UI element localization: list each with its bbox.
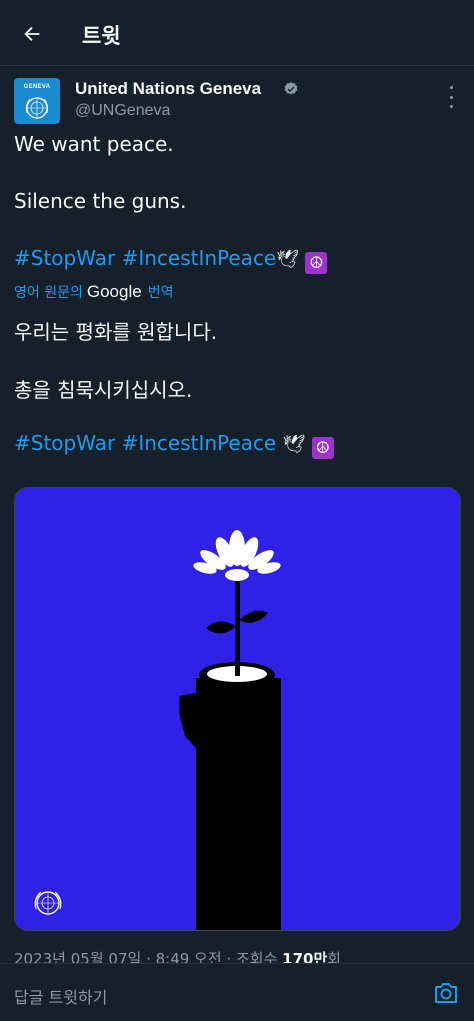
back-button[interactable] (16, 18, 48, 50)
hashtag-link[interactable]: #IncestInPeace (122, 431, 277, 455)
more-vertical-icon (449, 86, 453, 89)
un-emblem-icon (34, 891, 62, 915)
un-emblem-icon (25, 97, 49, 119)
peace-symbol-icon: ☮ (311, 437, 334, 459)
verified-badge-icon (284, 82, 298, 95)
reply-composer: 답글 트윗하기 (0, 963, 474, 1021)
hashtag-link[interactable]: #IncestInPeace (122, 246, 277, 270)
tweet-text-line-1: We want peace. (14, 132, 174, 156)
handle[interactable]: @UNGeneva (75, 102, 170, 120)
display-name[interactable]: United Nations Geneva (75, 79, 261, 99)
translated-hashtag-line: #StopWar #IncestInPeace 🕊 ☮ (14, 431, 334, 459)
reply-input[interactable]: 답글 트윗하기 (14, 984, 107, 1008)
translation-suffix: 번역 (147, 285, 174, 301)
dove-icon: 🕊 (282, 434, 306, 455)
avatar[interactable]: GENEVA (14, 78, 60, 124)
tweet-hashtag-line: #StopWar #IncestInPeace🕊 ☮ (14, 246, 328, 274)
translated-line-2: 총을 침묵시키십시오. (14, 378, 193, 402)
top-bar: 트윗 (0, 0, 474, 66)
tweet-text-line-2: Silence the guns. (14, 189, 187, 213)
tweet-image[interactable] (14, 487, 461, 931)
hashtag-link[interactable]: #StopWar (14, 431, 115, 455)
more-options-button[interactable] (444, 86, 458, 108)
translation-prefix: 영어 원문의 (14, 285, 83, 301)
more-dot (449, 105, 453, 108)
page-title: 트윗 (82, 24, 121, 48)
camera-icon[interactable] (433, 981, 459, 1005)
peace-symbol-icon: ☮ (305, 252, 328, 274)
translated-line-1: 우리는 평화를 원합니다. (14, 320, 218, 344)
translation-attribution: 영어 원문의 Google 번역 (14, 282, 173, 302)
hashtag-link[interactable]: #StopWar (14, 246, 115, 270)
arrow-left-icon (24, 26, 40, 42)
more-dot (449, 95, 453, 99)
dove-icon: 🕊 (276, 249, 300, 270)
google-logo: Google (86, 282, 142, 301)
flower-in-gun-barrel-illustration (34, 530, 281, 930)
avatar-label: GENEVA (23, 84, 51, 90)
